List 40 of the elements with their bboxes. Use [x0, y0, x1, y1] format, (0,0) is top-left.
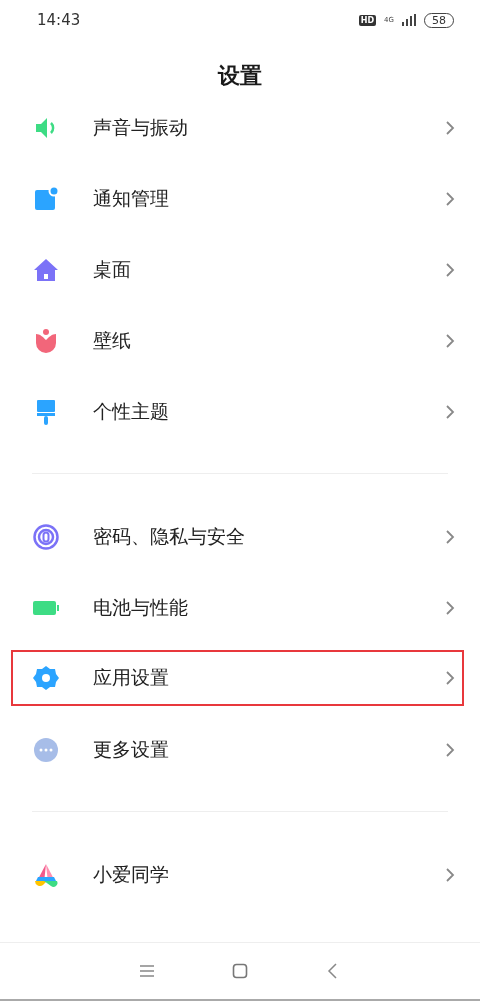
settings-row[interactable]: 桌面	[0, 234, 480, 305]
highlighted-settings-row[interactable]: 应用设置	[11, 650, 464, 706]
gear-icon	[32, 664, 60, 692]
notification-icon	[32, 184, 60, 213]
chevron-icon	[444, 866, 456, 883]
menu-icon[interactable]	[137, 962, 156, 980]
fingerprint-icon	[32, 522, 60, 551]
status-time: 14:43	[37, 11, 81, 29]
more-icon	[32, 735, 60, 764]
settings-row[interactable]: 更多设置	[0, 714, 480, 785]
row-label: 应用设置	[93, 665, 170, 690]
chevron-icon	[444, 332, 456, 349]
chevron-icon	[444, 599, 456, 616]
home-icon[interactable]	[231, 962, 249, 980]
row-label: 电池与性能	[93, 594, 189, 620]
row-label: 小爱同学	[93, 861, 170, 887]
settings-row[interactable]: 小爱同学	[0, 839, 480, 910]
row-label: 桌面	[93, 256, 132, 282]
chevron-icon	[444, 261, 456, 278]
row-label: 声音与振动	[93, 114, 189, 140]
row-label: 壁纸	[93, 327, 132, 353]
row-label: 更多设置	[93, 736, 170, 762]
settings-row[interactable]: 壁纸	[0, 305, 480, 376]
row-label: 通知管理	[93, 185, 170, 211]
page-title: 设置	[216, 62, 263, 90]
row-label: 个性主题	[93, 398, 170, 424]
chevron-icon	[444, 119, 456, 136]
chevron-icon	[444, 670, 456, 686]
chevron-icon	[444, 403, 456, 420]
row-label: 密码、隐私与安全	[93, 523, 246, 549]
hd-badge: HD	[358, 14, 377, 26]
settings-row[interactable]: 个性主题	[0, 376, 480, 447]
chevron-icon	[444, 190, 456, 207]
settings-row[interactable]: 声音与振动	[0, 92, 480, 163]
signal-icon	[402, 14, 416, 26]
settings-row[interactable]: 通知管理	[0, 163, 480, 234]
chevron-icon	[444, 528, 456, 545]
settings-row[interactable]: 密码、隐私与安全	[0, 501, 480, 572]
settings-row[interactable]: 电池与性能	[0, 572, 480, 643]
chevron-icon	[444, 741, 456, 758]
